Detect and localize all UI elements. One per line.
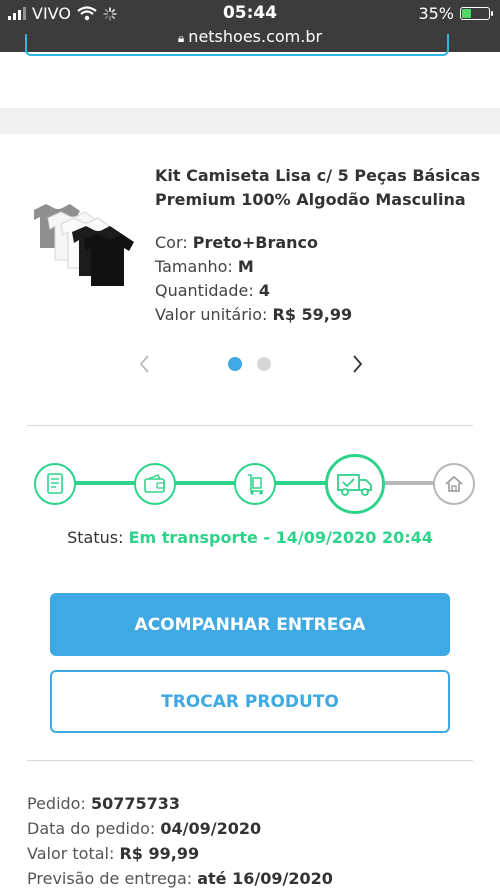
order-total: R$ 99,99: [119, 844, 200, 863]
exchange-product-button[interactable]: TROCAR PRODUTO: [50, 670, 450, 733]
order-date-row: Data do pedido: 04/09/2020: [27, 819, 262, 838]
product-image[interactable]: [28, 198, 138, 294]
quantity-row: Quantidade: 4: [155, 281, 270, 300]
section-separator: [0, 108, 500, 134]
home-icon: [433, 463, 475, 505]
battery-icon: [460, 7, 493, 20]
battery-percent: 35%: [418, 4, 454, 23]
carousel-dot-1[interactable]: [228, 357, 242, 371]
divider: [27, 425, 473, 426]
delivery-truck-icon: [325, 454, 385, 514]
order-number-row: Pedido: 50775733: [27, 794, 181, 813]
product-attributes: Cor: Preto+Branco Tamanho: M Quantidade:…: [155, 231, 352, 327]
color-value: Preto+Branco: [192, 233, 319, 252]
order-received-icon: [34, 463, 76, 505]
handling-cart-icon: [234, 463, 276, 505]
status-value: Em transporte - 14/09/2020 20:44: [128, 528, 433, 547]
quantity-value: 4: [258, 281, 270, 300]
unit-price-row: Valor unitário: R$ 59,99: [155, 305, 353, 324]
color-row: Cor: Preto+Branco: [155, 233, 319, 252]
size-row: Tamanho: M: [155, 257, 254, 276]
product-title[interactable]: Kit Camiseta Lisa c/ 5 Peças Básicas Pre…: [155, 164, 485, 212]
unit-price-value: R$ 59,99: [272, 305, 353, 324]
size-value: M: [237, 257, 254, 276]
divider: [27, 760, 473, 761]
order-number: 50775733: [90, 794, 181, 813]
status-right: 35%: [418, 4, 493, 23]
track-delivery-button[interactable]: ACOMPANHAR ENTREGA: [50, 593, 450, 656]
delivery-forecast-row: Previsão de entrega: até 16/09/2020: [27, 869, 333, 888]
payment-wallet-icon: [134, 463, 176, 505]
previous-button-edge[interactable]: [25, 34, 449, 56]
order-details: Pedido: 50775733 Data do pedido: 04/09/2…: [27, 791, 333, 891]
delivery-status: Status: Em transporte - 14/09/2020 20:44: [0, 528, 500, 547]
carousel-dot-2[interactable]: [257, 357, 271, 371]
track-progress: [55, 481, 355, 485]
delivery-forecast: até 16/09/2020: [197, 869, 333, 888]
chevron-left-icon[interactable]: [133, 350, 157, 378]
status-label: Status:: [67, 528, 124, 547]
order-date: 04/09/2020: [160, 819, 262, 838]
chevron-right-icon[interactable]: [345, 350, 369, 378]
order-total-row: Valor total: R$ 99,99: [27, 844, 200, 863]
